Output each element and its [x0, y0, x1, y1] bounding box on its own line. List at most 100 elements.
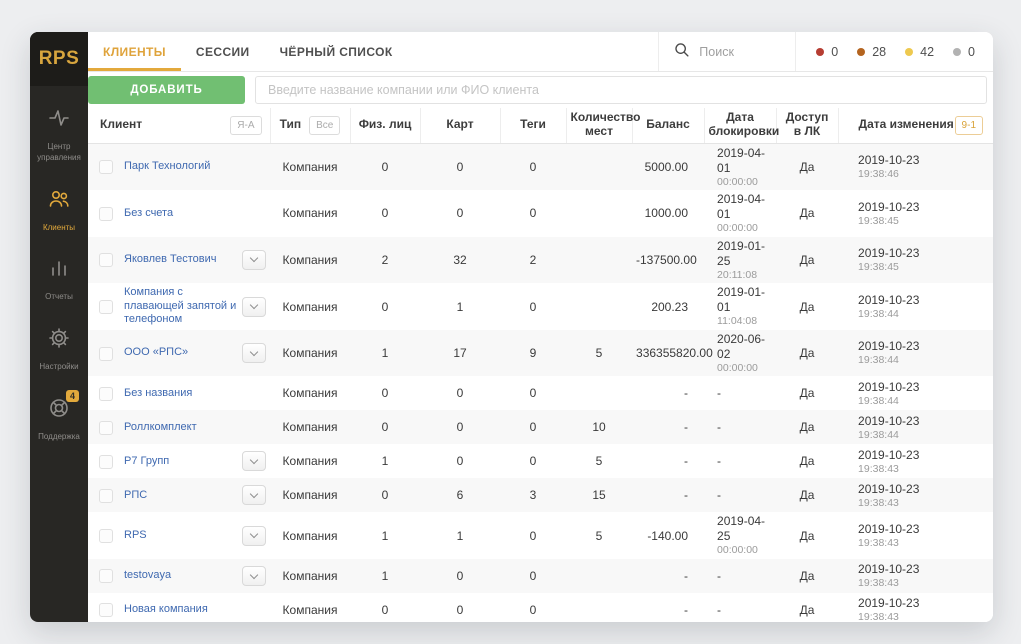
row-checkbox[interactable]: [99, 300, 113, 314]
client-name-link[interactable]: Без названия: [124, 387, 237, 401]
seats-count: [566, 593, 632, 622]
row-checkbox[interactable]: [99, 347, 113, 361]
client-name-link[interactable]: Р7 Групп: [124, 455, 237, 469]
app-window: RPS Центр управления Клиенты Отчеты: [30, 32, 993, 622]
changed-date: 2019-10-23: [858, 596, 989, 611]
cards-count: 0: [420, 376, 500, 410]
sidebar-item-control-center[interactable]: Центр управления: [30, 106, 88, 164]
tab-blacklist[interactable]: ЧЁРНЫЙ СПИСОК: [265, 32, 408, 71]
row-checkbox[interactable]: [99, 207, 113, 221]
row-checkbox[interactable]: [99, 160, 113, 174]
table-body: Парк Технологий Компания 0 0 0 5000.00 2…: [88, 143, 993, 622]
row-checkbox[interactable]: [99, 455, 113, 469]
client-name-link[interactable]: Парк Технологий: [124, 160, 237, 174]
tags-count: 9: [500, 330, 566, 377]
balance-value: -: [632, 559, 704, 593]
row-checkbox[interactable]: [99, 569, 113, 583]
expand-row-button[interactable]: [242, 297, 266, 317]
table-row: Р7 Групп Компания 1 0 0 5 - -: [88, 444, 993, 478]
sidebar-item-support[interactable]: 4 Поддержка: [30, 396, 88, 443]
add-client-button[interactable]: ДОБАВИТЬ: [88, 76, 245, 104]
yellow-dot-icon: [905, 48, 913, 56]
counter-orange[interactable]: 28: [857, 45, 886, 59]
client-name-link[interactable]: РПС: [124, 489, 237, 503]
cards-count: 6: [420, 478, 500, 512]
client-name-link[interactable]: RPS: [124, 529, 237, 543]
row-checkbox[interactable]: [99, 421, 113, 435]
expand-row-button[interactable]: [242, 485, 266, 505]
client-name-link[interactable]: ООО «РПС»: [124, 346, 237, 360]
table-row: Новая компания Компания 0 0 0 - -: [88, 593, 993, 622]
changed-date-cell: 2019-10-23 19:38:44: [838, 283, 993, 330]
cards-count: 0: [420, 559, 500, 593]
expand-row-button[interactable]: [242, 526, 266, 546]
changed-date: 2019-10-23: [858, 448, 989, 463]
row-checkbox[interactable]: [99, 603, 113, 617]
sidebar-item-label: Центр управления: [30, 142, 88, 164]
changed-time: 19:38:45: [858, 215, 989, 228]
sidebar-item-clients[interactable]: Клиенты: [30, 187, 88, 234]
client-name-link[interactable]: Роллкомплект: [124, 421, 237, 435]
block-date: -: [717, 386, 772, 401]
changed-date: 2019-10-23: [858, 246, 989, 261]
balance-value: -: [632, 376, 704, 410]
client-name-link[interactable]: Без счета: [124, 207, 237, 221]
change-date-sort-button[interactable]: 9-1: [955, 116, 983, 136]
counter-yellow[interactable]: 42: [905, 45, 934, 59]
search-input[interactable]: [699, 45, 781, 59]
support-badge: 4: [66, 390, 79, 402]
cards-count: 1: [420, 512, 500, 559]
row-checkbox[interactable]: [99, 529, 113, 543]
client-type: Компания: [270, 512, 350, 559]
individuals-count: 0: [350, 376, 420, 410]
type-filter-button[interactable]: Все: [309, 116, 340, 136]
row-checkbox[interactable]: [99, 387, 113, 401]
changed-date-cell: 2019-10-23 19:38:43: [838, 512, 993, 559]
topbar: КЛИЕНТЫ СЕССИИ ЧЁРНЫЙ СПИСОК 0 28: [88, 32, 993, 72]
counter-value: 0: [831, 45, 838, 59]
counter-value: 0: [968, 45, 975, 59]
counter-red[interactable]: 0: [816, 45, 838, 59]
table-row: РПС Компания 0 6 3 15 - -: [88, 478, 993, 512]
client-filter-input[interactable]: [255, 76, 987, 104]
expand-row-button[interactable]: [242, 451, 266, 471]
block-date-cell: 2019-04-01 00:00:00: [704, 190, 776, 237]
client-name-link[interactable]: Компания с плавающей запятой и телефоном: [124, 286, 237, 327]
client-sort-button[interactable]: Я-А: [230, 116, 261, 136]
client-name-link[interactable]: testovaya: [124, 569, 237, 583]
counter-gray[interactable]: 0: [953, 45, 975, 59]
row-checkbox[interactable]: [99, 253, 113, 267]
expand-row-button[interactable]: [242, 250, 266, 270]
balance-value: -: [632, 593, 704, 622]
cards-count: 17: [420, 330, 500, 377]
tags-count: 3: [500, 478, 566, 512]
lk-access-value: Да: [776, 237, 838, 284]
sidebar-item-settings[interactable]: Настройки: [30, 326, 88, 373]
gray-dot-icon: [953, 48, 961, 56]
rps-logo: RPS: [30, 32, 88, 86]
balance-value: -: [632, 444, 704, 478]
client-type: Компания: [270, 237, 350, 284]
sidebar-item-reports[interactable]: Отчеты: [30, 256, 88, 303]
lk-access-value: Да: [776, 478, 838, 512]
changed-date-cell: 2019-10-23 19:38:44: [838, 330, 993, 377]
cards-count: 1: [420, 283, 500, 330]
changed-time: 19:38:43: [858, 537, 989, 550]
individuals-count: 1: [350, 330, 420, 377]
changed-time: 19:38:43: [858, 577, 989, 590]
client-name-link[interactable]: Новая компания: [124, 603, 237, 617]
changed-date-cell: 2019-10-23 19:38:43: [838, 478, 993, 512]
lk-access-value: Да: [776, 330, 838, 377]
search-zone: [658, 32, 795, 71]
expand-row-button[interactable]: [242, 566, 266, 586]
header-client: Клиент: [100, 118, 142, 132]
chevron-down-icon: [250, 301, 258, 309]
changed-time: 19:38:44: [858, 429, 989, 442]
tab-clients[interactable]: КЛИЕНТЫ: [88, 32, 181, 71]
expand-row-button[interactable]: [242, 343, 266, 363]
tab-sessions[interactable]: СЕССИИ: [181, 32, 265, 71]
row-checkbox[interactable]: [99, 489, 113, 503]
block-time: 00:00:00: [717, 362, 772, 375]
client-name-link[interactable]: Яковлев Тестович: [124, 253, 237, 267]
client-type: Компания: [270, 143, 350, 190]
